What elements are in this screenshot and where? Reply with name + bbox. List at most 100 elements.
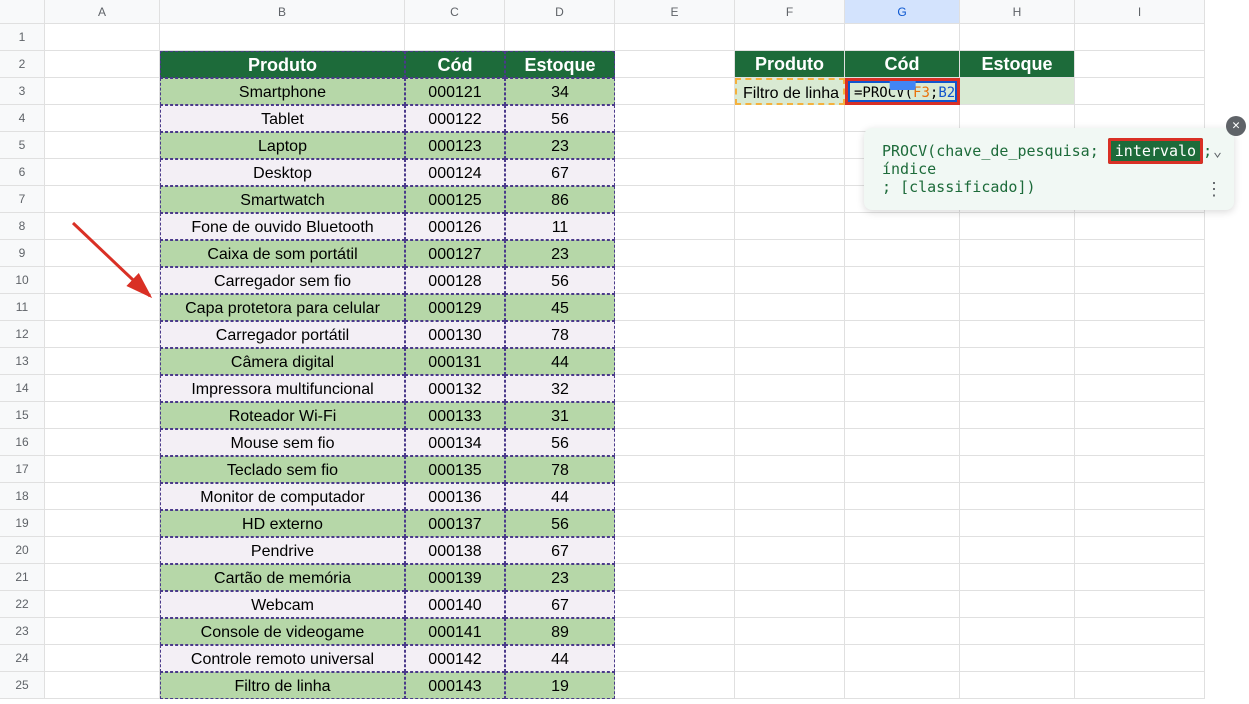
table-cell[interactable]: Tablet bbox=[160, 105, 405, 132]
cell-E4[interactable] bbox=[615, 105, 735, 132]
table-cell[interactable]: Smartwatch bbox=[160, 186, 405, 213]
lookup-filter-cell[interactable]: Filtro de linha bbox=[735, 78, 845, 105]
cell-E1[interactable] bbox=[615, 24, 735, 51]
cell-E19[interactable] bbox=[615, 510, 735, 537]
cell-I13[interactable] bbox=[1075, 348, 1205, 375]
table-cell[interactable]: 000122 bbox=[405, 105, 505, 132]
lookup-estoque-cell[interactable] bbox=[960, 78, 1075, 105]
cell-C1[interactable] bbox=[405, 24, 505, 51]
table-cell[interactable]: 000125 bbox=[405, 186, 505, 213]
table-cell[interactable]: Impressora multifuncional bbox=[160, 375, 405, 402]
cell-H18[interactable] bbox=[960, 483, 1075, 510]
row-header-15[interactable]: 15 bbox=[0, 402, 45, 429]
table-cell[interactable]: 000123 bbox=[405, 132, 505, 159]
cell-I11[interactable] bbox=[1075, 294, 1205, 321]
table-cell[interactable]: 000124 bbox=[405, 159, 505, 186]
table-cell[interactable]: 000128 bbox=[405, 267, 505, 294]
cell-E22[interactable] bbox=[615, 591, 735, 618]
cell-A5[interactable] bbox=[45, 132, 160, 159]
cell-E23[interactable] bbox=[615, 618, 735, 645]
table-cell[interactable]: Cartão de memória bbox=[160, 564, 405, 591]
table-cell[interactable]: Carregador sem fio bbox=[160, 267, 405, 294]
chevron-down-icon[interactable]: ⌄ bbox=[1213, 142, 1222, 160]
col-header-H[interactable]: H bbox=[960, 0, 1075, 24]
cell-H19[interactable] bbox=[960, 510, 1075, 537]
cell-A20[interactable] bbox=[45, 537, 160, 564]
cell-B1[interactable] bbox=[160, 24, 405, 51]
table-cell[interactable]: 000141 bbox=[405, 618, 505, 645]
table-cell[interactable]: Monitor de computador bbox=[160, 483, 405, 510]
cell-F24[interactable] bbox=[735, 645, 845, 672]
cell-G9[interactable] bbox=[845, 240, 960, 267]
cell-F19[interactable] bbox=[735, 510, 845, 537]
row-header-18[interactable]: 18 bbox=[0, 483, 45, 510]
cell-H20[interactable] bbox=[960, 537, 1075, 564]
cell-F8[interactable] bbox=[735, 213, 845, 240]
row-header-6[interactable]: 6 bbox=[0, 159, 45, 186]
table-cell[interactable]: Capa protetora para celular bbox=[160, 294, 405, 321]
cell-G1[interactable] bbox=[845, 24, 960, 51]
cell-H11[interactable] bbox=[960, 294, 1075, 321]
row-header-21[interactable]: 21 bbox=[0, 564, 45, 591]
cell-A21[interactable] bbox=[45, 564, 160, 591]
col-header-A[interactable]: A bbox=[45, 0, 160, 24]
col-header-D[interactable]: D bbox=[505, 0, 615, 24]
row-header-1[interactable]: 1 bbox=[0, 24, 45, 51]
cell-A4[interactable] bbox=[45, 105, 160, 132]
close-icon[interactable]: ✕ bbox=[1226, 116, 1246, 136]
col-header-B[interactable]: B bbox=[160, 0, 405, 24]
table-cell[interactable]: 44 bbox=[505, 645, 615, 672]
cell-F10[interactable] bbox=[735, 267, 845, 294]
table-cell[interactable]: 000137 bbox=[405, 510, 505, 537]
table-cell[interactable]: 000143 bbox=[405, 672, 505, 699]
cell-F9[interactable] bbox=[735, 240, 845, 267]
cell-H12[interactable] bbox=[960, 321, 1075, 348]
col-header-I[interactable]: I bbox=[1075, 0, 1205, 24]
table-cell[interactable]: Smartphone bbox=[160, 78, 405, 105]
cell-G17[interactable] bbox=[845, 456, 960, 483]
table-cell[interactable]: HD externo bbox=[160, 510, 405, 537]
cell-A9[interactable] bbox=[45, 240, 160, 267]
cell-A13[interactable] bbox=[45, 348, 160, 375]
table-cell[interactable]: Laptop bbox=[160, 132, 405, 159]
row-header-7[interactable]: 7 bbox=[0, 186, 45, 213]
cell-E13[interactable] bbox=[615, 348, 735, 375]
cell-A1[interactable] bbox=[45, 24, 160, 51]
cell-H14[interactable] bbox=[960, 375, 1075, 402]
row-header-16[interactable]: 16 bbox=[0, 429, 45, 456]
row-header-10[interactable]: 10 bbox=[0, 267, 45, 294]
table-cell[interactable]: 23 bbox=[505, 564, 615, 591]
table-cell[interactable]: 000135 bbox=[405, 456, 505, 483]
cell-F21[interactable] bbox=[735, 564, 845, 591]
table-cell[interactable]: 000132 bbox=[405, 375, 505, 402]
table-cell[interactable]: Filtro de linha bbox=[160, 672, 405, 699]
cell-I9[interactable] bbox=[1075, 240, 1205, 267]
cell-H8[interactable] bbox=[960, 213, 1075, 240]
table-cell[interactable]: Desktop bbox=[160, 159, 405, 186]
col-header-E[interactable]: E bbox=[615, 0, 735, 24]
row-header-9[interactable]: 9 bbox=[0, 240, 45, 267]
row-header-8[interactable]: 8 bbox=[0, 213, 45, 240]
cell-F17[interactable] bbox=[735, 456, 845, 483]
cell-A3[interactable] bbox=[45, 78, 160, 105]
cell-F23[interactable] bbox=[735, 618, 845, 645]
cell-F7[interactable] bbox=[735, 186, 845, 213]
cell-A23[interactable] bbox=[45, 618, 160, 645]
cell-A16[interactable] bbox=[45, 429, 160, 456]
row-header-19[interactable]: 19 bbox=[0, 510, 45, 537]
cell-G10[interactable] bbox=[845, 267, 960, 294]
table-cell[interactable]: 000121 bbox=[405, 78, 505, 105]
table-cell[interactable]: Pendrive bbox=[160, 537, 405, 564]
cell-G25[interactable] bbox=[845, 672, 960, 699]
cell-G24[interactable] bbox=[845, 645, 960, 672]
cell-F5[interactable] bbox=[735, 132, 845, 159]
col-header-C[interactable]: C bbox=[405, 0, 505, 24]
cell-E17[interactable] bbox=[615, 456, 735, 483]
cell-F18[interactable] bbox=[735, 483, 845, 510]
cell-G19[interactable] bbox=[845, 510, 960, 537]
cell-E15[interactable] bbox=[615, 402, 735, 429]
cell-A15[interactable] bbox=[45, 402, 160, 429]
formula-cell[interactable]: G3=PROCV(F3;B2:D32 bbox=[845, 78, 960, 105]
row-header-22[interactable]: 22 bbox=[0, 591, 45, 618]
cell-H15[interactable] bbox=[960, 402, 1075, 429]
